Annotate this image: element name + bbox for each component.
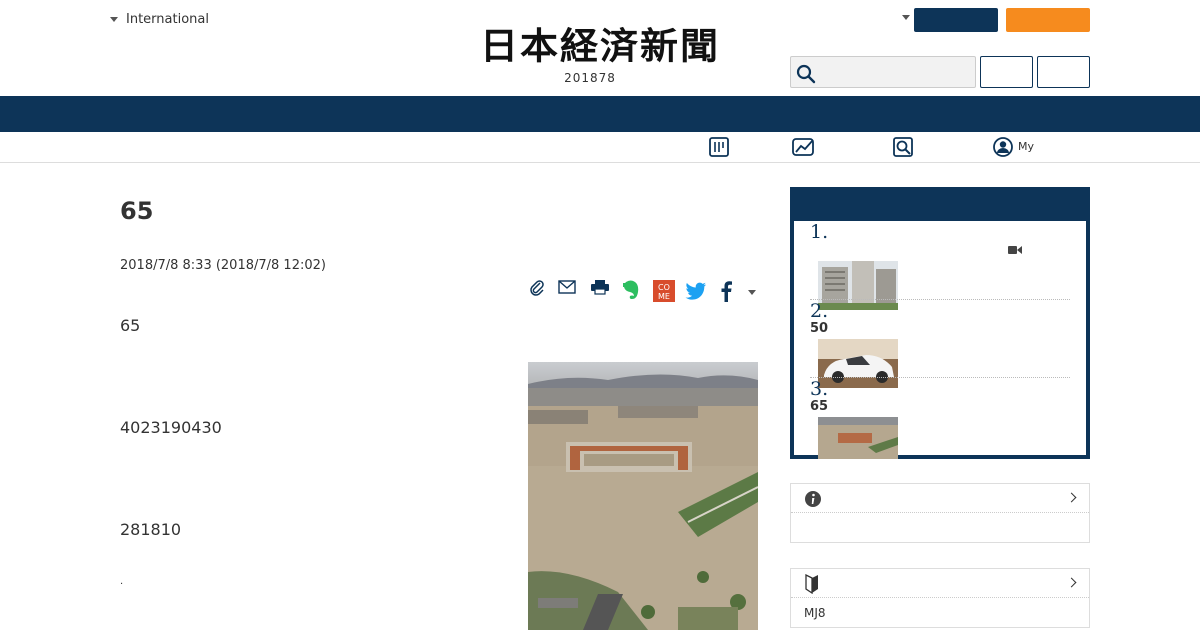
info-panel[interactable] [790, 483, 1090, 543]
svg-text:CO: CO [658, 283, 670, 292]
site-logo[interactable]: 日本経済新聞 [450, 25, 750, 67]
ranking-box: 1. 2. 50 3. 65 [790, 187, 1090, 459]
article-paragraph: 4023190430 [120, 418, 222, 437]
share-toolbar: CO ME [526, 279, 762, 305]
article-title: 65 [120, 197, 154, 225]
subscribe-button[interactable] [1006, 8, 1090, 32]
header-date: 201878 [564, 71, 616, 85]
ranking-thumbnail[interactable] [818, 339, 898, 388]
clip-icon[interactable] [528, 279, 546, 297]
print-icon[interactable] [590, 279, 610, 295]
info-panel-header[interactable] [791, 484, 1089, 513]
chevron-down-icon[interactable] [748, 290, 756, 295]
sub-nav: My [0, 132, 1200, 163]
search-icon [796, 64, 816, 84]
divider [810, 377, 1070, 378]
divider [810, 299, 1070, 300]
account-menu-icon[interactable] [902, 15, 910, 20]
article-paragraph: 65 [120, 316, 141, 335]
ranking-thumbnail[interactable] [818, 417, 898, 459]
chevron-down-icon [110, 17, 118, 22]
rank-subtitle: 65 [810, 399, 829, 414]
main-nav-bar [0, 96, 1200, 132]
beginner-panel-header[interactable] [791, 569, 1089, 598]
facebook-icon[interactable] [719, 280, 733, 302]
article-timestamp: 2018/7/8 8:33 (2018/7/8 12:02) [120, 258, 326, 273]
info-icon [805, 491, 821, 507]
flood-aerial-photo [528, 362, 758, 630]
search-box-icon[interactable] [892, 136, 914, 158]
edition-selector[interactable]: International [110, 12, 209, 27]
user-icon[interactable] [992, 136, 1014, 158]
newspaper-icon[interactable] [708, 136, 730, 158]
article-paragraph: . [120, 576, 124, 587]
beginner-panel[interactable]: MJ8 [790, 568, 1090, 628]
video-icon [1008, 246, 1022, 254]
twitter-icon[interactable] [685, 282, 707, 300]
panel-text: MJ8 [804, 606, 826, 620]
my-page-label[interactable]: My [1018, 140, 1034, 153]
mail-icon[interactable] [558, 280, 576, 294]
ranking-header [790, 187, 1090, 221]
rank-subtitle: 50 [810, 321, 829, 336]
login-button[interactable] [914, 8, 998, 32]
ranking-thumbnail[interactable] [818, 261, 898, 310]
come-icon[interactable]: CO ME [653, 280, 675, 302]
beginner-mark-icon [805, 574, 818, 594]
svg-text:ME: ME [658, 292, 670, 301]
edition-label: International [126, 12, 209, 27]
header-button-1[interactable] [980, 56, 1033, 88]
chevron-right-icon [1066, 577, 1077, 588]
header-button-2[interactable] [1037, 56, 1090, 88]
rank-number: 3. [810, 378, 829, 400]
evernote-icon[interactable] [622, 279, 640, 301]
chart-trend-icon[interactable] [792, 136, 816, 158]
search-input[interactable] [790, 56, 976, 88]
chevron-right-icon [1066, 492, 1077, 503]
rank-number: 1. [810, 221, 829, 243]
article-paragraph: 281810 [120, 520, 182, 539]
rank-number: 2. [810, 300, 829, 322]
